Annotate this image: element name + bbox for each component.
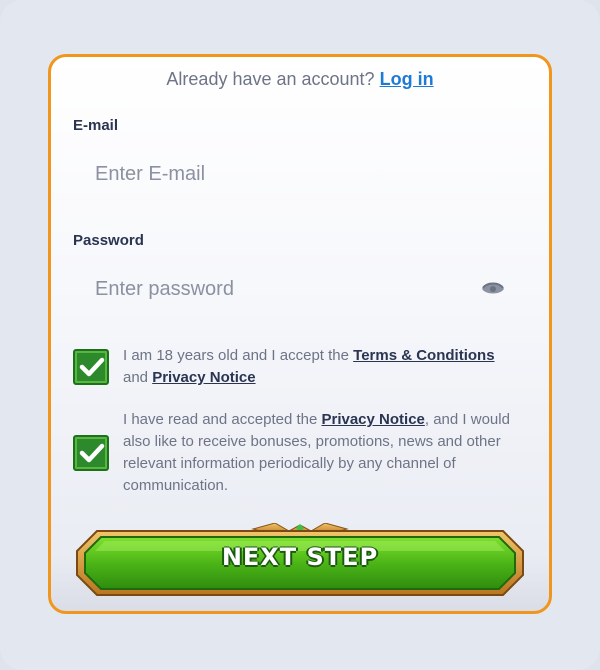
checkmark-icon [79, 443, 105, 463]
age-consent-text: I am 18 years old and I accept the Terms… [123, 345, 518, 389]
marketing-consent-checkbox[interactable] [73, 435, 109, 471]
next-step-label: NEXT STEP [221, 543, 379, 571]
password-input[interactable] [73, 262, 531, 316]
email-label: E-mail [73, 117, 119, 134]
privacy-notice-link[interactable]: Privacy Notice [152, 369, 255, 386]
login-link[interactable]: Log in [380, 69, 434, 89]
terms-conditions-link[interactable]: Terms & Conditions [353, 347, 494, 364]
marketing-consent-row: I have read and accepted the Privacy Not… [73, 407, 513, 497]
eye-icon[interactable] [481, 279, 505, 297]
next-step-button[interactable]: NEXT STEP [75, 522, 525, 601]
age-consent-checkbox[interactable] [73, 349, 109, 385]
marketing-consent-text: I have read and accepted the Privacy Not… [123, 409, 518, 497]
marketing-consent-text-start: I have read and accepted the [123, 411, 322, 428]
checkmark-icon [79, 357, 105, 377]
age-consent-text-mid: and [123, 369, 153, 386]
login-prompt: Already have an account? Log in [51, 69, 549, 90]
age-consent-row: I am 18 years old and I accept the Terms… [73, 341, 513, 391]
marketing-privacy-notice-link[interactable]: Privacy Notice [321, 411, 424, 428]
email-input[interactable] [73, 147, 531, 201]
password-label: Password [73, 232, 144, 249]
registration-card: Already have an account? Log in E-mail P… [48, 54, 552, 614]
already-have-account-text: Already have an account? [166, 69, 375, 89]
age-consent-text-start: I am 18 years old and I accept the [123, 347, 354, 364]
